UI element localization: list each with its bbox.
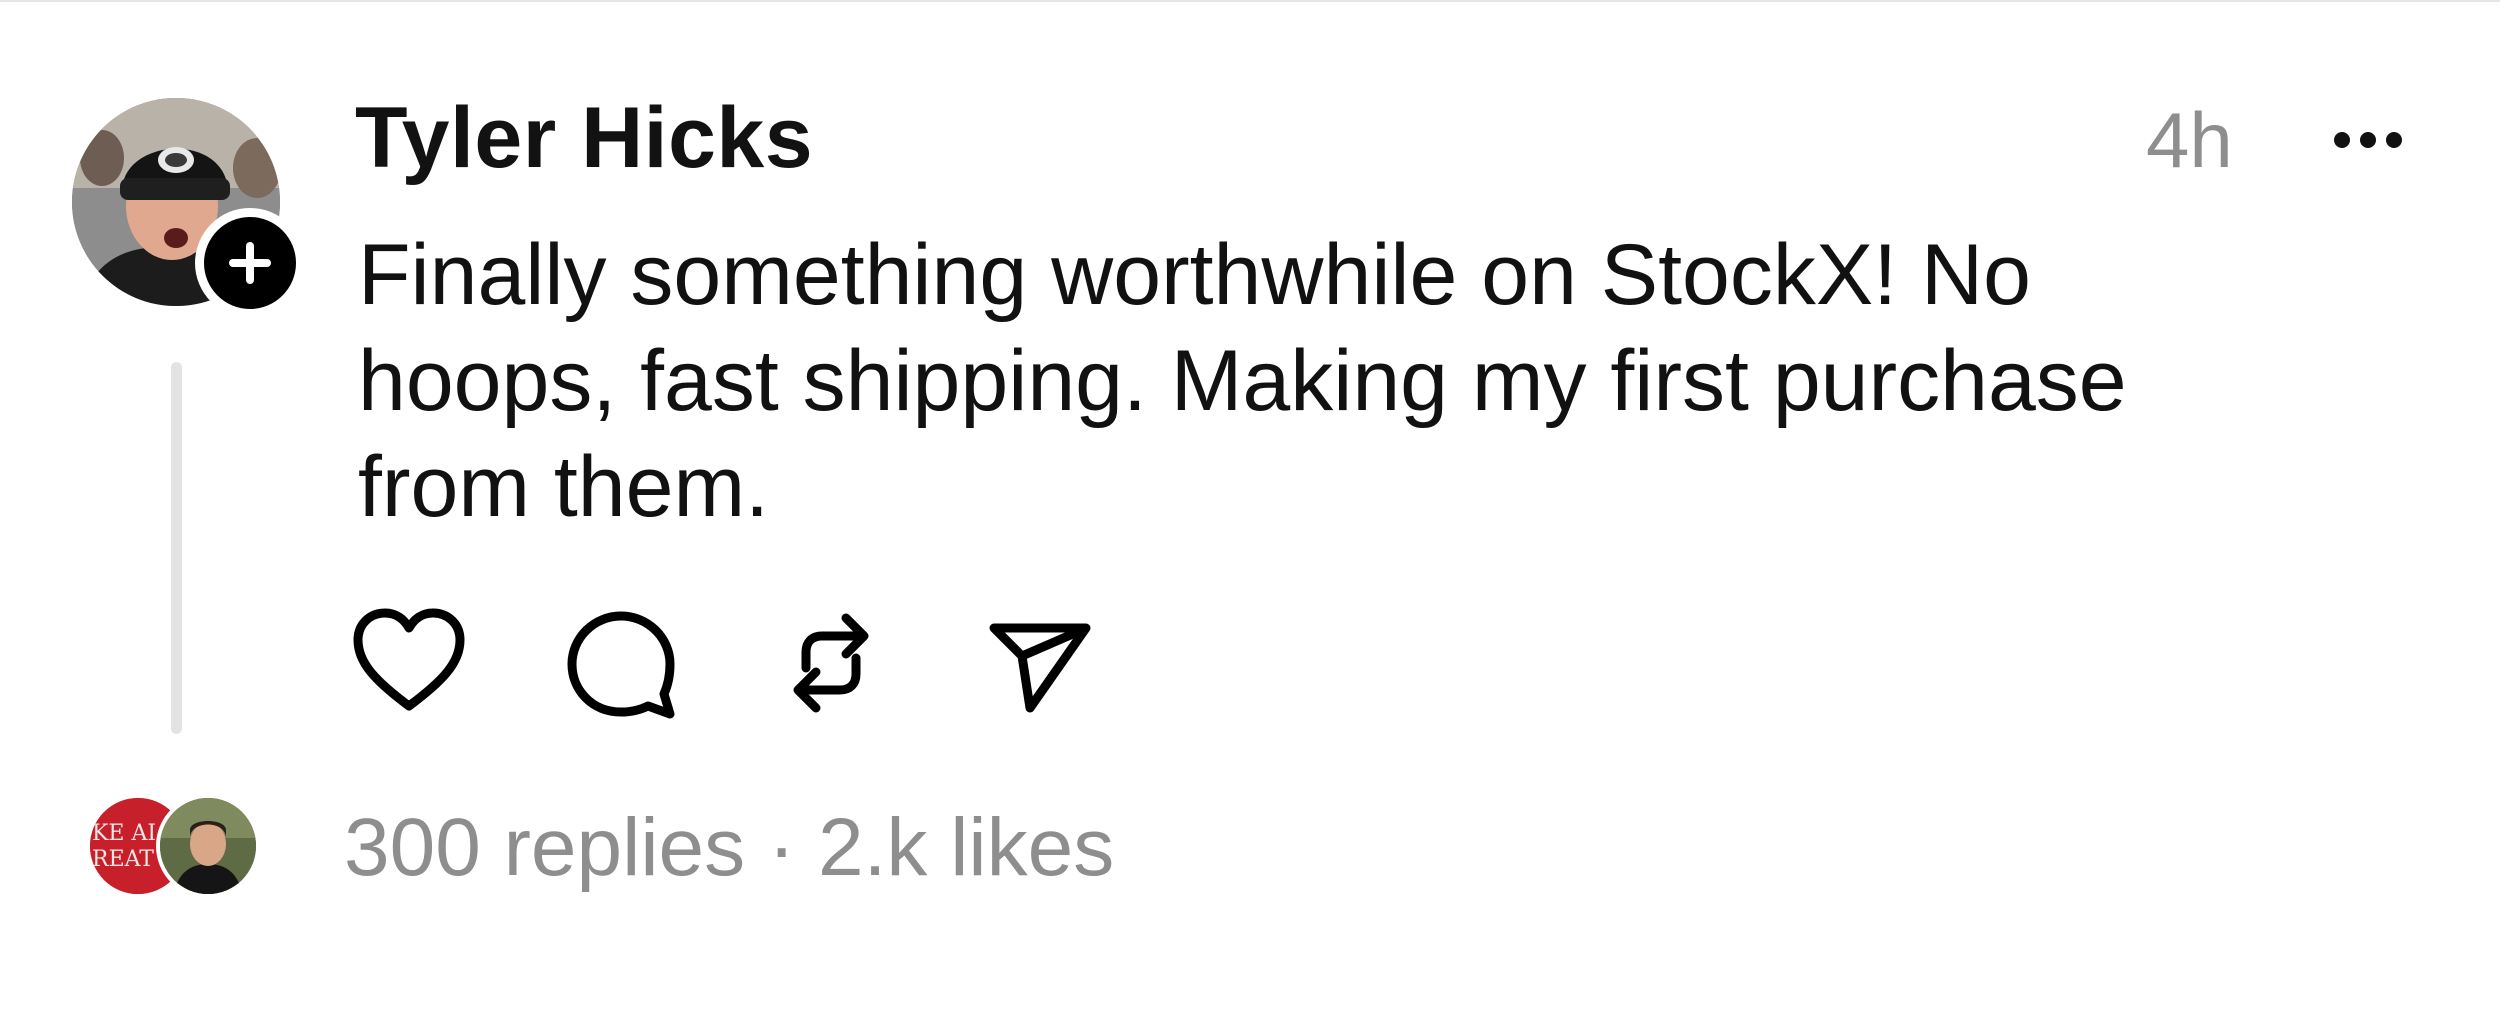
repost-icon [793,613,869,713]
speech-bubble-icon [567,611,675,719]
likes-count[interactable]: 2.k likes [818,802,1114,893]
post-stats: 300 replies · 2.k likes [344,798,1114,898]
plus-icon [229,242,271,284]
replier-photo [160,798,256,894]
thread-line [171,362,182,734]
post-body: Finally something worthwhile on StockX! … [358,227,2127,535]
follow-button[interactable] [195,208,305,318]
repost-button[interactable] [766,598,896,728]
svg-text:KE AI: KE AI [92,821,156,846]
post-timestamp: 4h [2146,96,2233,184]
send-icon [989,623,1091,713]
stats-separator: · [745,802,819,893]
replies-count[interactable]: 300 replies [344,802,745,893]
share-button[interactable] [974,598,1104,728]
like-button[interactable] [344,598,474,728]
svg-text:REAT: REAT [92,847,154,872]
reply-avatars[interactable]: KE AI REAT [86,794,266,898]
replier-avatar [156,794,260,898]
heart-icon [353,608,465,711]
reply-button[interactable] [556,598,686,728]
thread-post: Tyler Hicks 4h Finally something worthwh… [0,0,2500,1009]
more-options-button[interactable] [2320,104,2416,176]
more-options-icon [2334,132,2402,148]
follow-badge-inner [204,217,296,309]
author-name[interactable]: Tyler Hicks [355,88,813,188]
